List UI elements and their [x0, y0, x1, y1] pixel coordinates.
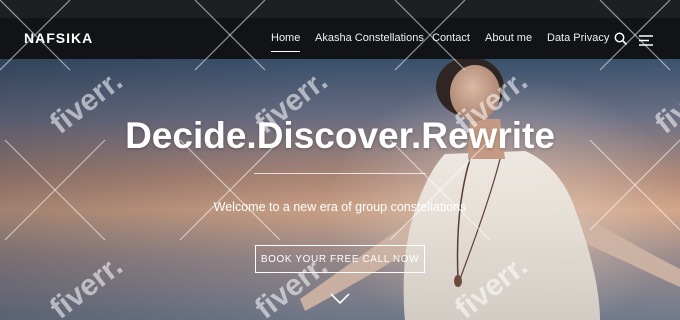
nav-home[interactable]: Home [271, 32, 301, 52]
headline-divider [254, 173, 426, 174]
browser-top-strip [0, 0, 680, 18]
nav-akasha-constellations[interactable]: Akasha Constellations [315, 32, 424, 52]
hero-background-photo [300, 59, 680, 320]
nav-data-privacy[interactable]: Data Privacy [547, 32, 609, 52]
nav-contact[interactable]: Contact [432, 32, 470, 52]
book-free-call-button[interactable]: BOOK YOUR FREE CALL NOW [255, 245, 425, 273]
hero-section: Decide.Discover.Rewrite Welcome to a new… [0, 59, 680, 320]
hero-headline: Decide.Discover.Rewrite [125, 115, 555, 156]
site-header: NAFSIKA Home Akasha Constellations Conta… [0, 18, 680, 59]
hero-subtitle: Welcome to a new era of group constellat… [213, 200, 467, 214]
search-icon[interactable] [614, 32, 627, 50]
chevron-down-icon[interactable] [330, 292, 350, 310]
nav-about-me[interactable]: About me [485, 32, 532, 52]
site-logo[interactable]: NAFSIKA [24, 30, 93, 46]
menu-icon[interactable] [639, 33, 653, 51]
